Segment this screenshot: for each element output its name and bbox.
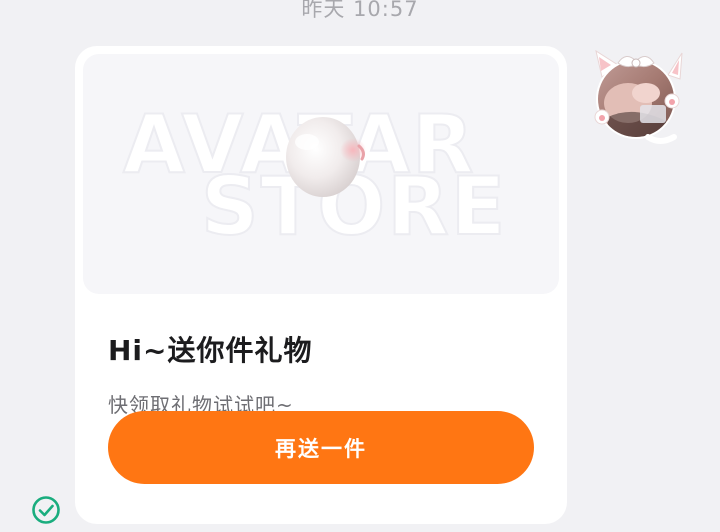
sender-avatar[interactable] <box>588 47 688 147</box>
send-another-gift-button[interactable]: 再送一件 <box>108 411 534 484</box>
gift-card[interactable]: AVATAR STORE Hi~送你件礼物 快领取礼物试试吧~ 再送一件 <box>75 46 567 524</box>
send-button-label: 再送一件 <box>275 436 367 461</box>
gift-banner: AVATAR STORE <box>83 54 559 294</box>
cat-ear-avatar-icon <box>594 49 683 144</box>
message-timestamp: 昨天 10:57 <box>301 0 419 21</box>
gift-title: Hi~送你件礼物 <box>108 334 313 367</box>
check-circle-icon <box>31 495 61 525</box>
avatar-store-banner-art: AVATAR STORE <box>122 97 506 254</box>
